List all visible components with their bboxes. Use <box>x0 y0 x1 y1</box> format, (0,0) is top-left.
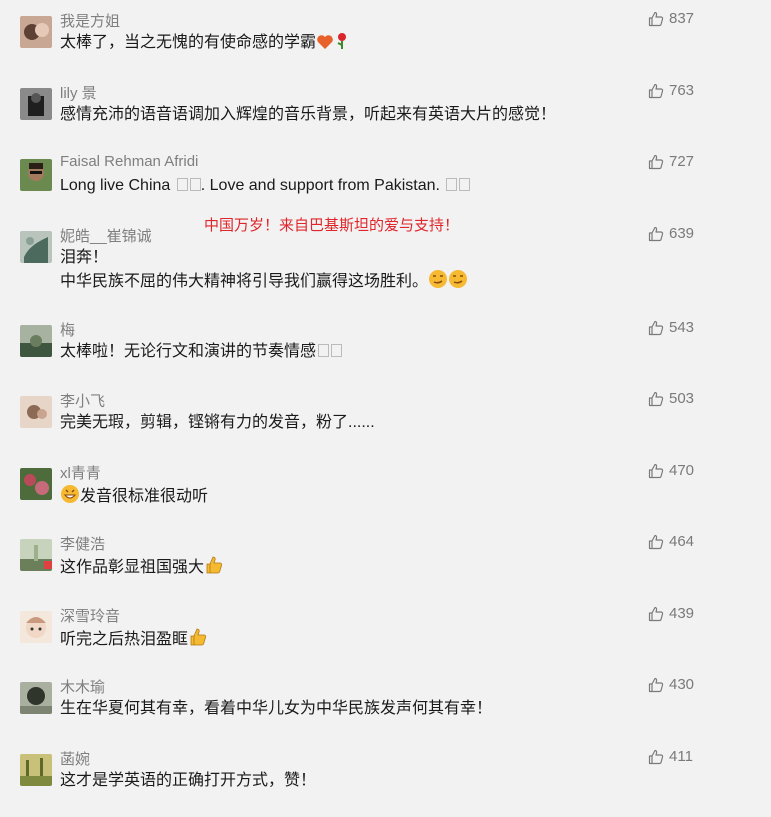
smirk-emoji-icon <box>448 269 468 296</box>
comment-text: Long live China . Love and support from … <box>60 175 471 197</box>
like-count: 763 <box>669 82 695 99</box>
grinning-emoji-icon <box>60 484 80 511</box>
avatar[interactable] <box>20 88 52 120</box>
commenter-name[interactable]: 深雪玲音 <box>60 605 120 626</box>
rose-icon <box>334 32 350 57</box>
thumbs-up-icon <box>648 83 664 98</box>
commenter-name[interactable]: 妮皓__崔锦诚 <box>60 225 152 246</box>
commenter-name[interactable]: 我是方姐 <box>60 10 120 31</box>
commenter-name[interactable]: 菡婉 <box>60 748 90 769</box>
missing-glyph-icon <box>331 344 343 357</box>
comment-text-content: 中华民族不屈的伟大精神将引导我们赢得这场胜利。 <box>60 273 429 290</box>
missing-glyph-icon <box>318 344 330 357</box>
like-count: 727 <box>669 153 695 170</box>
avatar[interactable] <box>20 539 52 571</box>
like-button[interactable]: 470 <box>648 462 694 479</box>
smirk-emoji-icon <box>428 269 448 296</box>
like-count: 639 <box>669 225 695 242</box>
comment-text-line-2: 中华民族不屈的伟大精神将引导我们赢得这场胜利。 <box>60 269 468 296</box>
comment-text: 完美无瑕，剪辑，铿锵有力的发音，粉了...... <box>60 414 375 431</box>
like-count: 439 <box>669 605 695 622</box>
like-button[interactable]: 439 <box>648 605 694 622</box>
missing-glyph-icon <box>459 178 471 191</box>
missing-glyph-icon <box>446 178 458 191</box>
like-button[interactable]: 639 <box>648 225 694 242</box>
comment-text: 泪奔！ <box>60 249 109 266</box>
thumbs-up-emoji-icon <box>204 555 224 582</box>
avatar[interactable] <box>20 682 52 714</box>
commenter-name[interactable]: Faisal Rehman Afridi <box>60 153 198 170</box>
avatar[interactable] <box>20 611 52 643</box>
thumbs-up-icon <box>648 11 664 26</box>
avatar[interactable] <box>20 396 52 428</box>
thumbs-up-icon <box>648 154 664 169</box>
commenter-name[interactable]: xl青青 <box>60 462 101 483</box>
comment-text: 感情充沛的语音语调加入辉煌的音乐背景，听起来有英语大片的感觉！ <box>60 106 557 123</box>
comment-text: 太棒了，当之无愧的有使命感的学霸 <box>60 32 350 57</box>
translation-annotation: 中国万岁！来自巴基斯坦的爱与支持！ <box>204 217 460 234</box>
comment-text: 生在华夏何其有幸，看着中华儿女为中华民族发声何其有幸！ <box>60 700 493 717</box>
like-count: 837 <box>669 10 695 27</box>
commenter-name[interactable]: 李小飞 <box>60 390 105 411</box>
comment-text-content: 听完之后热泪盈眶 <box>60 631 189 648</box>
comment-text-content: 太棒了，当之无愧的有使命感的学霸 <box>60 34 317 51</box>
commenter-name[interactable]: 木木瑜 <box>60 676 105 697</box>
missing-glyph-icon <box>176 178 188 191</box>
comment-text-content: 这作品彰显祖国强大 <box>60 559 205 576</box>
missing-glyph-icon <box>189 178 201 191</box>
thumbs-up-emoji-icon <box>188 627 208 654</box>
comment-text: 发音很标准很动听 <box>60 484 208 511</box>
heart-icon <box>316 34 334 57</box>
avatar[interactable] <box>20 754 52 786</box>
comment-text-content: Long live China <box>60 177 171 194</box>
thumbs-up-icon <box>648 749 664 764</box>
comment-text-content: 太棒啦！无论行文和演讲的节奏情感 <box>60 343 317 360</box>
like-count: 470 <box>669 462 695 479</box>
commenter-name[interactable]: 李健浩 <box>60 533 105 554</box>
thumbs-up-icon <box>648 226 664 241</box>
like-button[interactable]: 464 <box>648 533 694 550</box>
comment-text-continued: . Love and support from Pakistan. <box>200 177 440 194</box>
like-button[interactable]: 763 <box>648 82 694 99</box>
avatar[interactable] <box>20 16 52 48</box>
thumbs-up-icon <box>648 320 664 335</box>
like-count: 503 <box>669 390 695 407</box>
like-count: 411 <box>669 748 693 765</box>
like-count: 464 <box>669 533 695 550</box>
comment-text: 这作品彰显祖国强大 <box>60 555 224 582</box>
like-button[interactable]: 543 <box>648 319 694 336</box>
comment-text: 听完之后热泪盈眶 <box>60 627 208 654</box>
avatar[interactable] <box>20 159 52 191</box>
comment-text: 太棒啦！无论行文和演讲的节奏情感 <box>60 341 343 363</box>
thumbs-up-icon <box>648 463 664 478</box>
avatar[interactable] <box>20 325 52 357</box>
like-count: 430 <box>669 676 695 693</box>
thumbs-up-icon <box>648 391 664 406</box>
avatar[interactable] <box>20 231 52 263</box>
avatar[interactable] <box>20 468 52 500</box>
like-button[interactable]: 503 <box>648 390 694 407</box>
like-button[interactable]: 430 <box>648 676 694 693</box>
thumbs-up-icon <box>648 534 664 549</box>
like-button[interactable]: 411 <box>648 748 693 765</box>
like-button[interactable]: 837 <box>648 10 694 27</box>
like-button[interactable]: 727 <box>648 153 694 170</box>
commenter-name[interactable]: 梅 <box>60 319 75 340</box>
thumbs-up-icon <box>648 677 664 692</box>
thumbs-up-icon <box>648 606 664 621</box>
like-count: 543 <box>669 319 695 336</box>
commenter-name[interactable]: lily 景 <box>60 82 97 103</box>
comment-text-content: 发音很标准很动听 <box>80 488 209 505</box>
comment-text: 这才是学英语的正确打开方式，赞！ <box>60 772 317 789</box>
